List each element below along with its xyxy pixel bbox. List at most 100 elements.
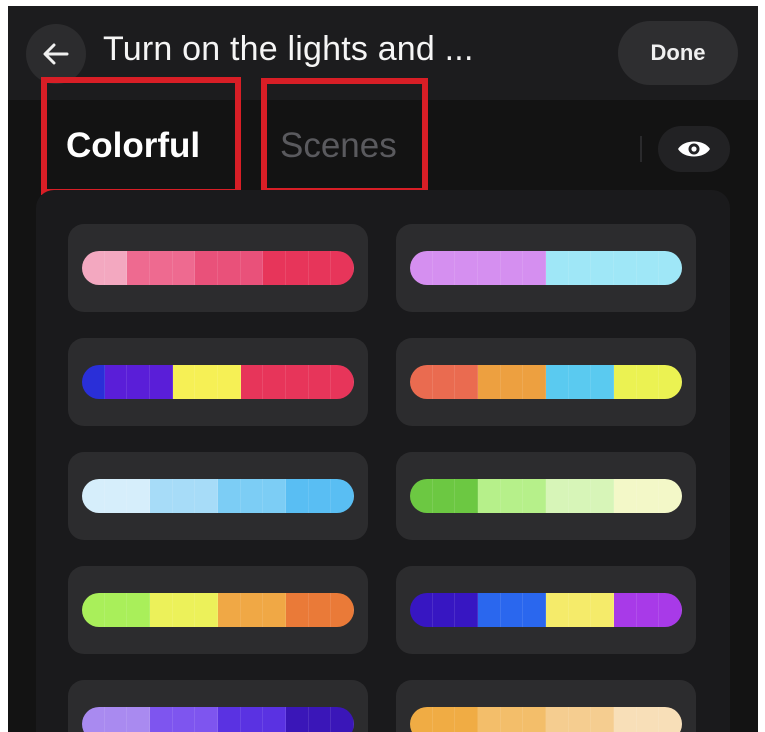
palette-color-segment [127,479,151,513]
palette-color-segment [478,365,501,399]
palette-color-segment [455,593,479,627]
palette-color-segment [82,365,105,399]
palette-card[interactable] [68,680,368,732]
palette-color-segment [308,251,332,285]
palette-bar [410,365,682,399]
palette-color-segment [331,593,354,627]
palette-color-segment [195,707,219,732]
palette-color-segment [286,707,309,732]
palette-color-segment [308,479,332,513]
palette-color-segment [659,365,682,399]
palette-color-segment [523,593,547,627]
palette-color-segment [104,707,128,732]
palette-color-segment [523,251,547,285]
palette-color-segment [523,479,547,513]
palette-color-segment [636,593,660,627]
palette-color-segment [331,251,354,285]
palette-color-segment [104,479,128,513]
palette-color-segment [455,251,479,285]
done-button[interactable]: Done [618,21,738,85]
palette-card[interactable] [396,452,696,540]
palette-color-segment [195,479,219,513]
palette-color-segment [568,365,592,399]
palette-card[interactable] [68,452,368,540]
palette-color-segment [195,251,219,285]
palette-bar [410,251,682,285]
preview-toggle-button[interactable] [658,126,730,172]
palette-color-segment [591,593,615,627]
palette-color-segment [104,365,128,399]
palette-color-segment [546,593,569,627]
palette-color-segment [82,479,105,513]
palette-color-segment [127,593,151,627]
palette-color-segment [500,479,524,513]
palette-color-segment [455,707,479,732]
palette-card[interactable] [396,566,696,654]
palette-color-segment [478,479,501,513]
palette-card[interactable] [396,680,696,732]
palette-color-segment [286,479,309,513]
tab-divider [640,136,642,162]
palette-bar [82,365,354,399]
palette-color-segment [546,707,569,732]
palette-card[interactable] [68,566,368,654]
palette-color-segment [568,251,592,285]
palette-color-segment [263,479,287,513]
palette-bar [82,593,354,627]
back-button[interactable] [26,24,86,84]
palette-card[interactable] [68,224,368,312]
palette-color-segment [263,707,287,732]
palette-color-segment [568,479,592,513]
palette-bar [410,707,682,732]
palette-card[interactable] [396,338,696,426]
palette-color-segment [172,365,196,399]
palette-color-segment [636,707,660,732]
palette-card[interactable] [68,338,368,426]
palette-color-segment [127,707,151,732]
palette-color-segment [410,365,433,399]
palette-color-segment [432,365,456,399]
palette-color-segment [500,707,524,732]
palette-color-segment [263,251,287,285]
palette-color-segment [308,593,332,627]
palette-bar [82,707,354,732]
palette-card[interactable] [396,224,696,312]
palette-color-segment [195,365,219,399]
palette-color-segment [568,593,592,627]
palette-color-segment [659,479,682,513]
palette-color-segment [308,365,332,399]
palette-color-segment [127,365,151,399]
palette-color-segment [308,707,332,732]
palette-color-segment [410,479,433,513]
palette-color-segment [218,707,241,732]
palette-color-segment [432,479,456,513]
palette-color-segment [636,479,660,513]
palette-color-segment [500,251,524,285]
palette-color-segment [104,593,128,627]
palette-color-segment [172,251,196,285]
palette-color-segment [546,251,569,285]
palette-color-segment [150,251,173,285]
palette-color-segment [331,479,354,513]
arrow-left-icon [43,43,69,65]
palette-color-segment [636,251,660,285]
palette-color-segment [500,593,524,627]
palette-color-segment [240,479,264,513]
palette-color-segment [410,593,433,627]
palette-color-segment [150,593,173,627]
palette-bar [410,479,682,513]
palette-color-segment [478,251,501,285]
palette-color-segment [104,251,128,285]
palette-color-segment [172,707,196,732]
palette-color-segment [478,707,501,732]
palette-color-segment [432,707,456,732]
eye-icon [678,141,710,157]
palette-color-segment [591,365,615,399]
palette-color-segment [478,593,501,627]
palette-color-segment [614,251,637,285]
palette-color-segment [614,707,637,732]
palette-color-segment [659,251,682,285]
palette-color-segment [218,251,241,285]
palette-color-segment [432,593,456,627]
palette-color-segment [195,593,219,627]
